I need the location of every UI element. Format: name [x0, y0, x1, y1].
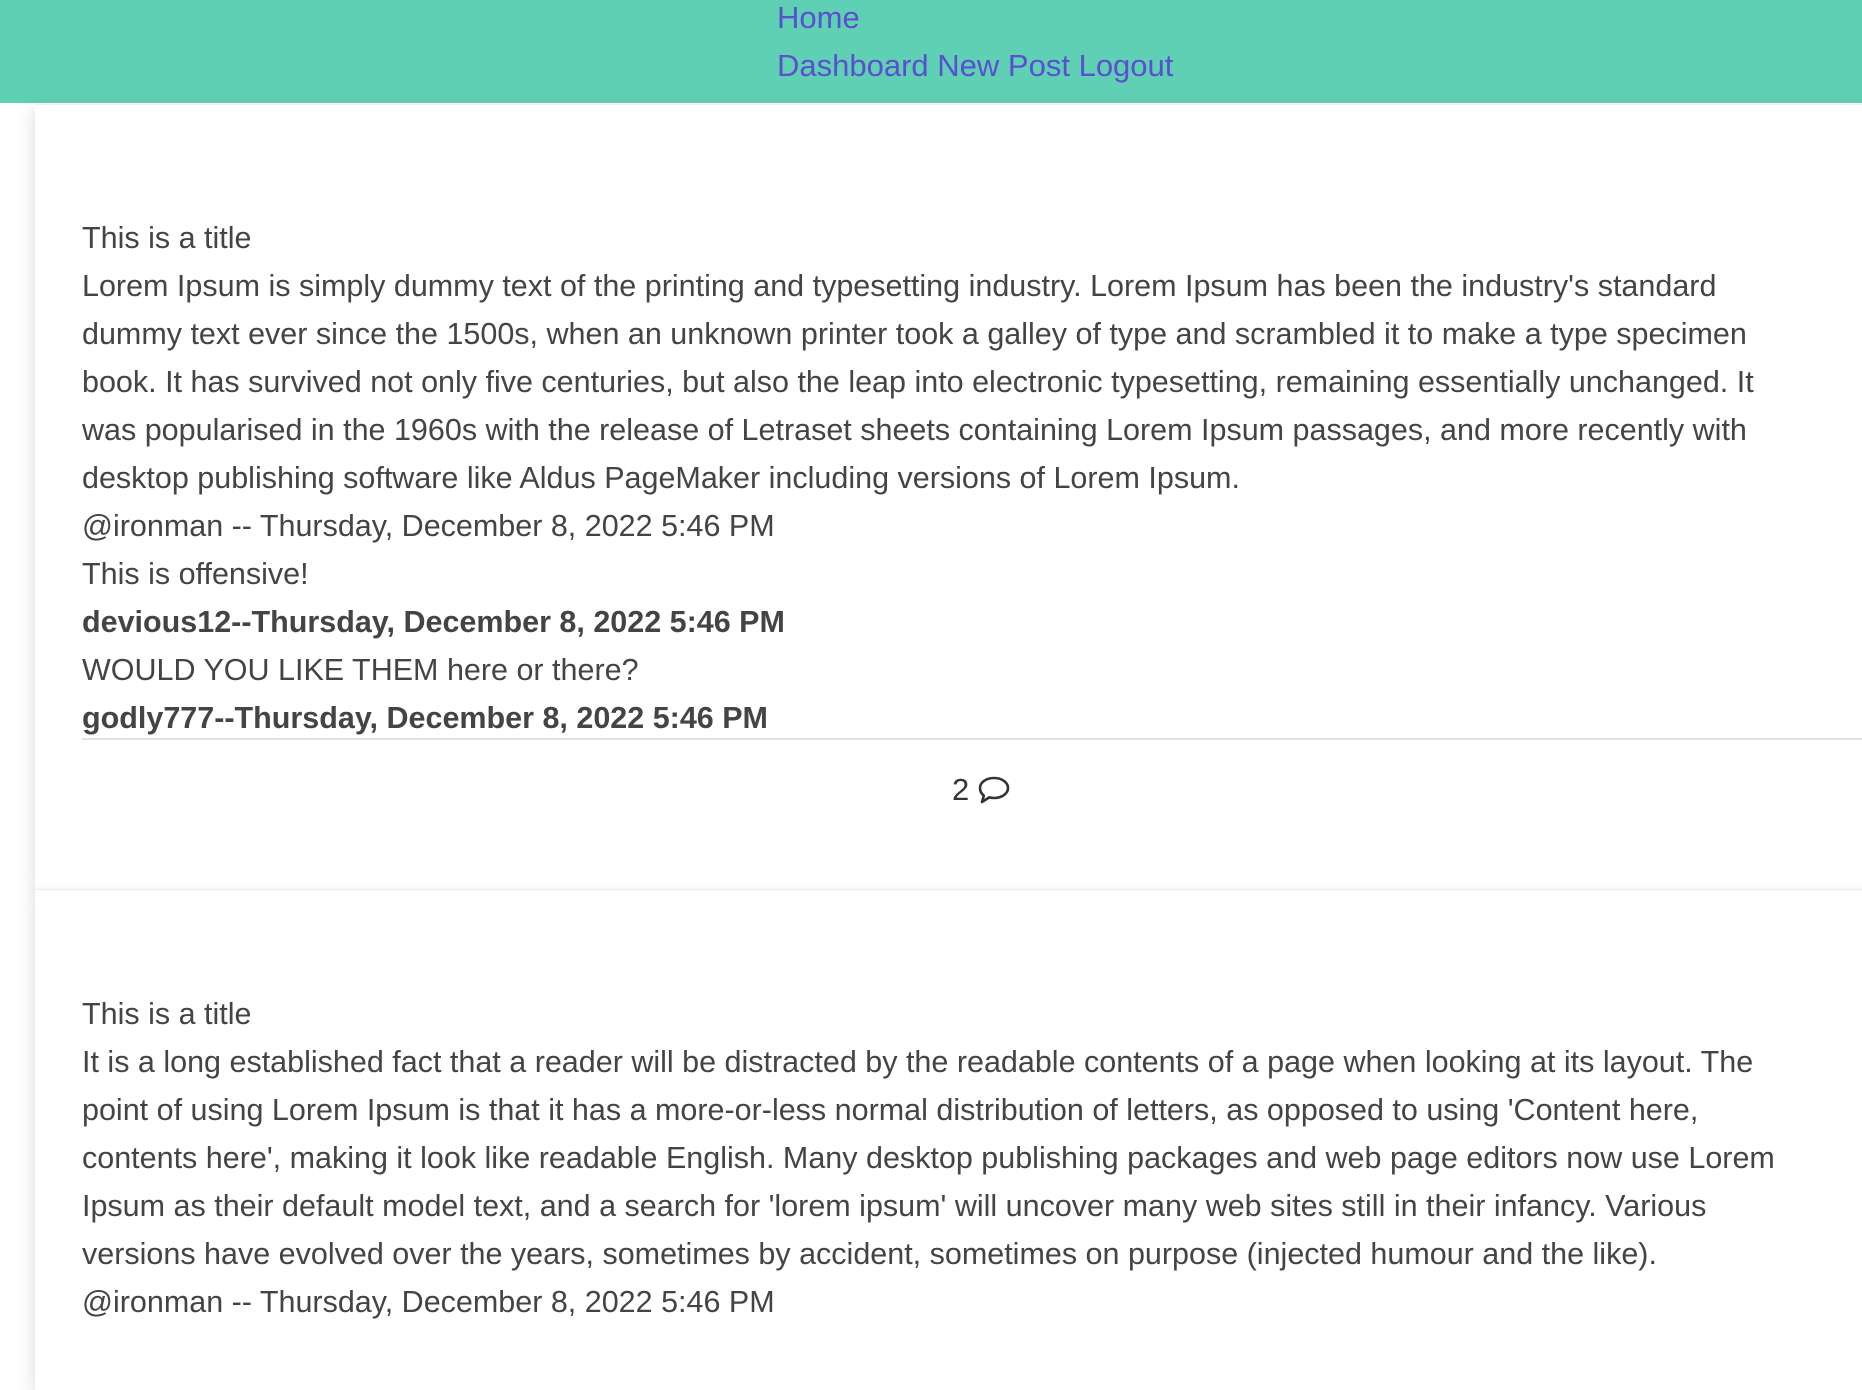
- post-content: This is a title Lorem Ipsum is simply du…: [82, 214, 1862, 742]
- post-body-line: versions have evolved over the years, so…: [82, 1237, 1657, 1271]
- post-body-line: It is a long established fact that a rea…: [82, 1045, 1754, 1079]
- comment-meta: devious12--Thursday, December 8, 2022 5:…: [82, 605, 785, 639]
- nav-new-post-link[interactable]: New Post: [937, 48, 1070, 83]
- nav-dashboard-link[interactable]: Dashboard: [777, 48, 929, 83]
- top-navbar: Home Dashboard New Post Logout: [0, 0, 1862, 103]
- post-body-line: contents here', making it look like read…: [82, 1141, 1775, 1175]
- post-author-line: @ironman -- Thursday, December 8, 2022 5…: [82, 509, 775, 543]
- post-card: This is a title Lorem Ipsum is simply du…: [35, 104, 1862, 889]
- post-title: This is a title: [82, 221, 252, 255]
- post-divider: [82, 738, 1862, 740]
- post-body-line: Ipsum as their default model text, and a…: [82, 1189, 1707, 1223]
- post-body-line: point of using Lorem Ipsum is that it ha…: [82, 1093, 1699, 1127]
- post-body-line: Lorem Ipsum is simply dummy text of the …: [82, 269, 1717, 303]
- nav-logout-link[interactable]: Logout: [1079, 48, 1174, 83]
- post-body-line: dummy text ever since the 1500s, when an…: [82, 317, 1747, 351]
- comment-text: WOULD YOU LIKE THEM here or there?: [82, 653, 639, 687]
- comment-count-button[interactable]: 2: [952, 770, 1011, 810]
- post-body-line: was popularised in the 1960s with the re…: [82, 413, 1747, 447]
- speech-bubble-icon: [977, 775, 1011, 805]
- post-title: This is a title: [82, 997, 252, 1031]
- post-content: This is a title It is a long established…: [82, 990, 1862, 1326]
- nav-links: Dashboard New Post Logout: [777, 48, 1173, 84]
- comment-count: 2: [952, 772, 970, 807]
- nav-home-link[interactable]: Home: [777, 0, 860, 36]
- post-author-line: @ironman -- Thursday, December 8, 2022 5…: [82, 1285, 775, 1319]
- post-card: This is a title It is a long established…: [35, 889, 1862, 1390]
- post-body-line: book. It has survived not only five cent…: [82, 365, 1754, 399]
- comment-meta: godly777--Thursday, December 8, 2022 5:4…: [82, 701, 768, 735]
- post-body-line: desktop publishing software like Aldus P…: [82, 461, 1240, 495]
- comment-text: This is offensive!: [82, 557, 309, 591]
